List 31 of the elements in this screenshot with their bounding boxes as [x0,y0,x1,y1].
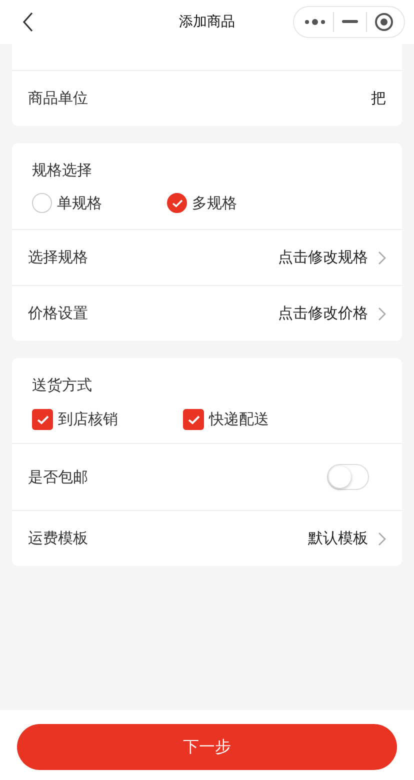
radio-button[interactable] [167,193,187,213]
check-icon [36,414,48,424]
row-value[interactable]: 点击修改规格 [278,248,368,267]
chevron-right-icon [378,306,386,320]
option-label: 快递配送 [209,410,269,429]
row-value[interactable]: 点击修改价格 [278,304,368,323]
checkbox[interactable] [32,409,53,430]
more-icon[interactable] [304,18,326,26]
option-label: 单规格 [57,194,102,212]
option-label: 到店核销 [58,410,118,429]
back-icon[interactable] [22,12,34,32]
minimize-icon[interactable] [342,20,358,24]
checkbox[interactable] [183,409,204,430]
row-label: 是否包邮 [28,468,89,486]
row-value[interactable]: 默认模板 [308,529,368,548]
row-value: 把 [371,89,386,108]
section-title: 送货方式 [31,375,93,395]
check-icon [172,198,182,208]
row-label: 选择规格 [28,248,89,267]
row-label: 价格设置 [28,304,89,323]
page-title: 添加商品 [179,13,235,31]
option-label: 多规格 [192,194,237,212]
chevron-right-icon [378,532,386,546]
next-button[interactable]: 下一步 [17,724,397,770]
row-label: 商品单位 [28,89,89,108]
section-title: 规格选择 [31,160,93,180]
row-label: 运费模板 [28,529,89,548]
check-icon [188,414,200,424]
radio-button[interactable] [32,193,52,213]
toggle-switch[interactable] [327,464,369,490]
chevron-right-icon [378,250,386,264]
